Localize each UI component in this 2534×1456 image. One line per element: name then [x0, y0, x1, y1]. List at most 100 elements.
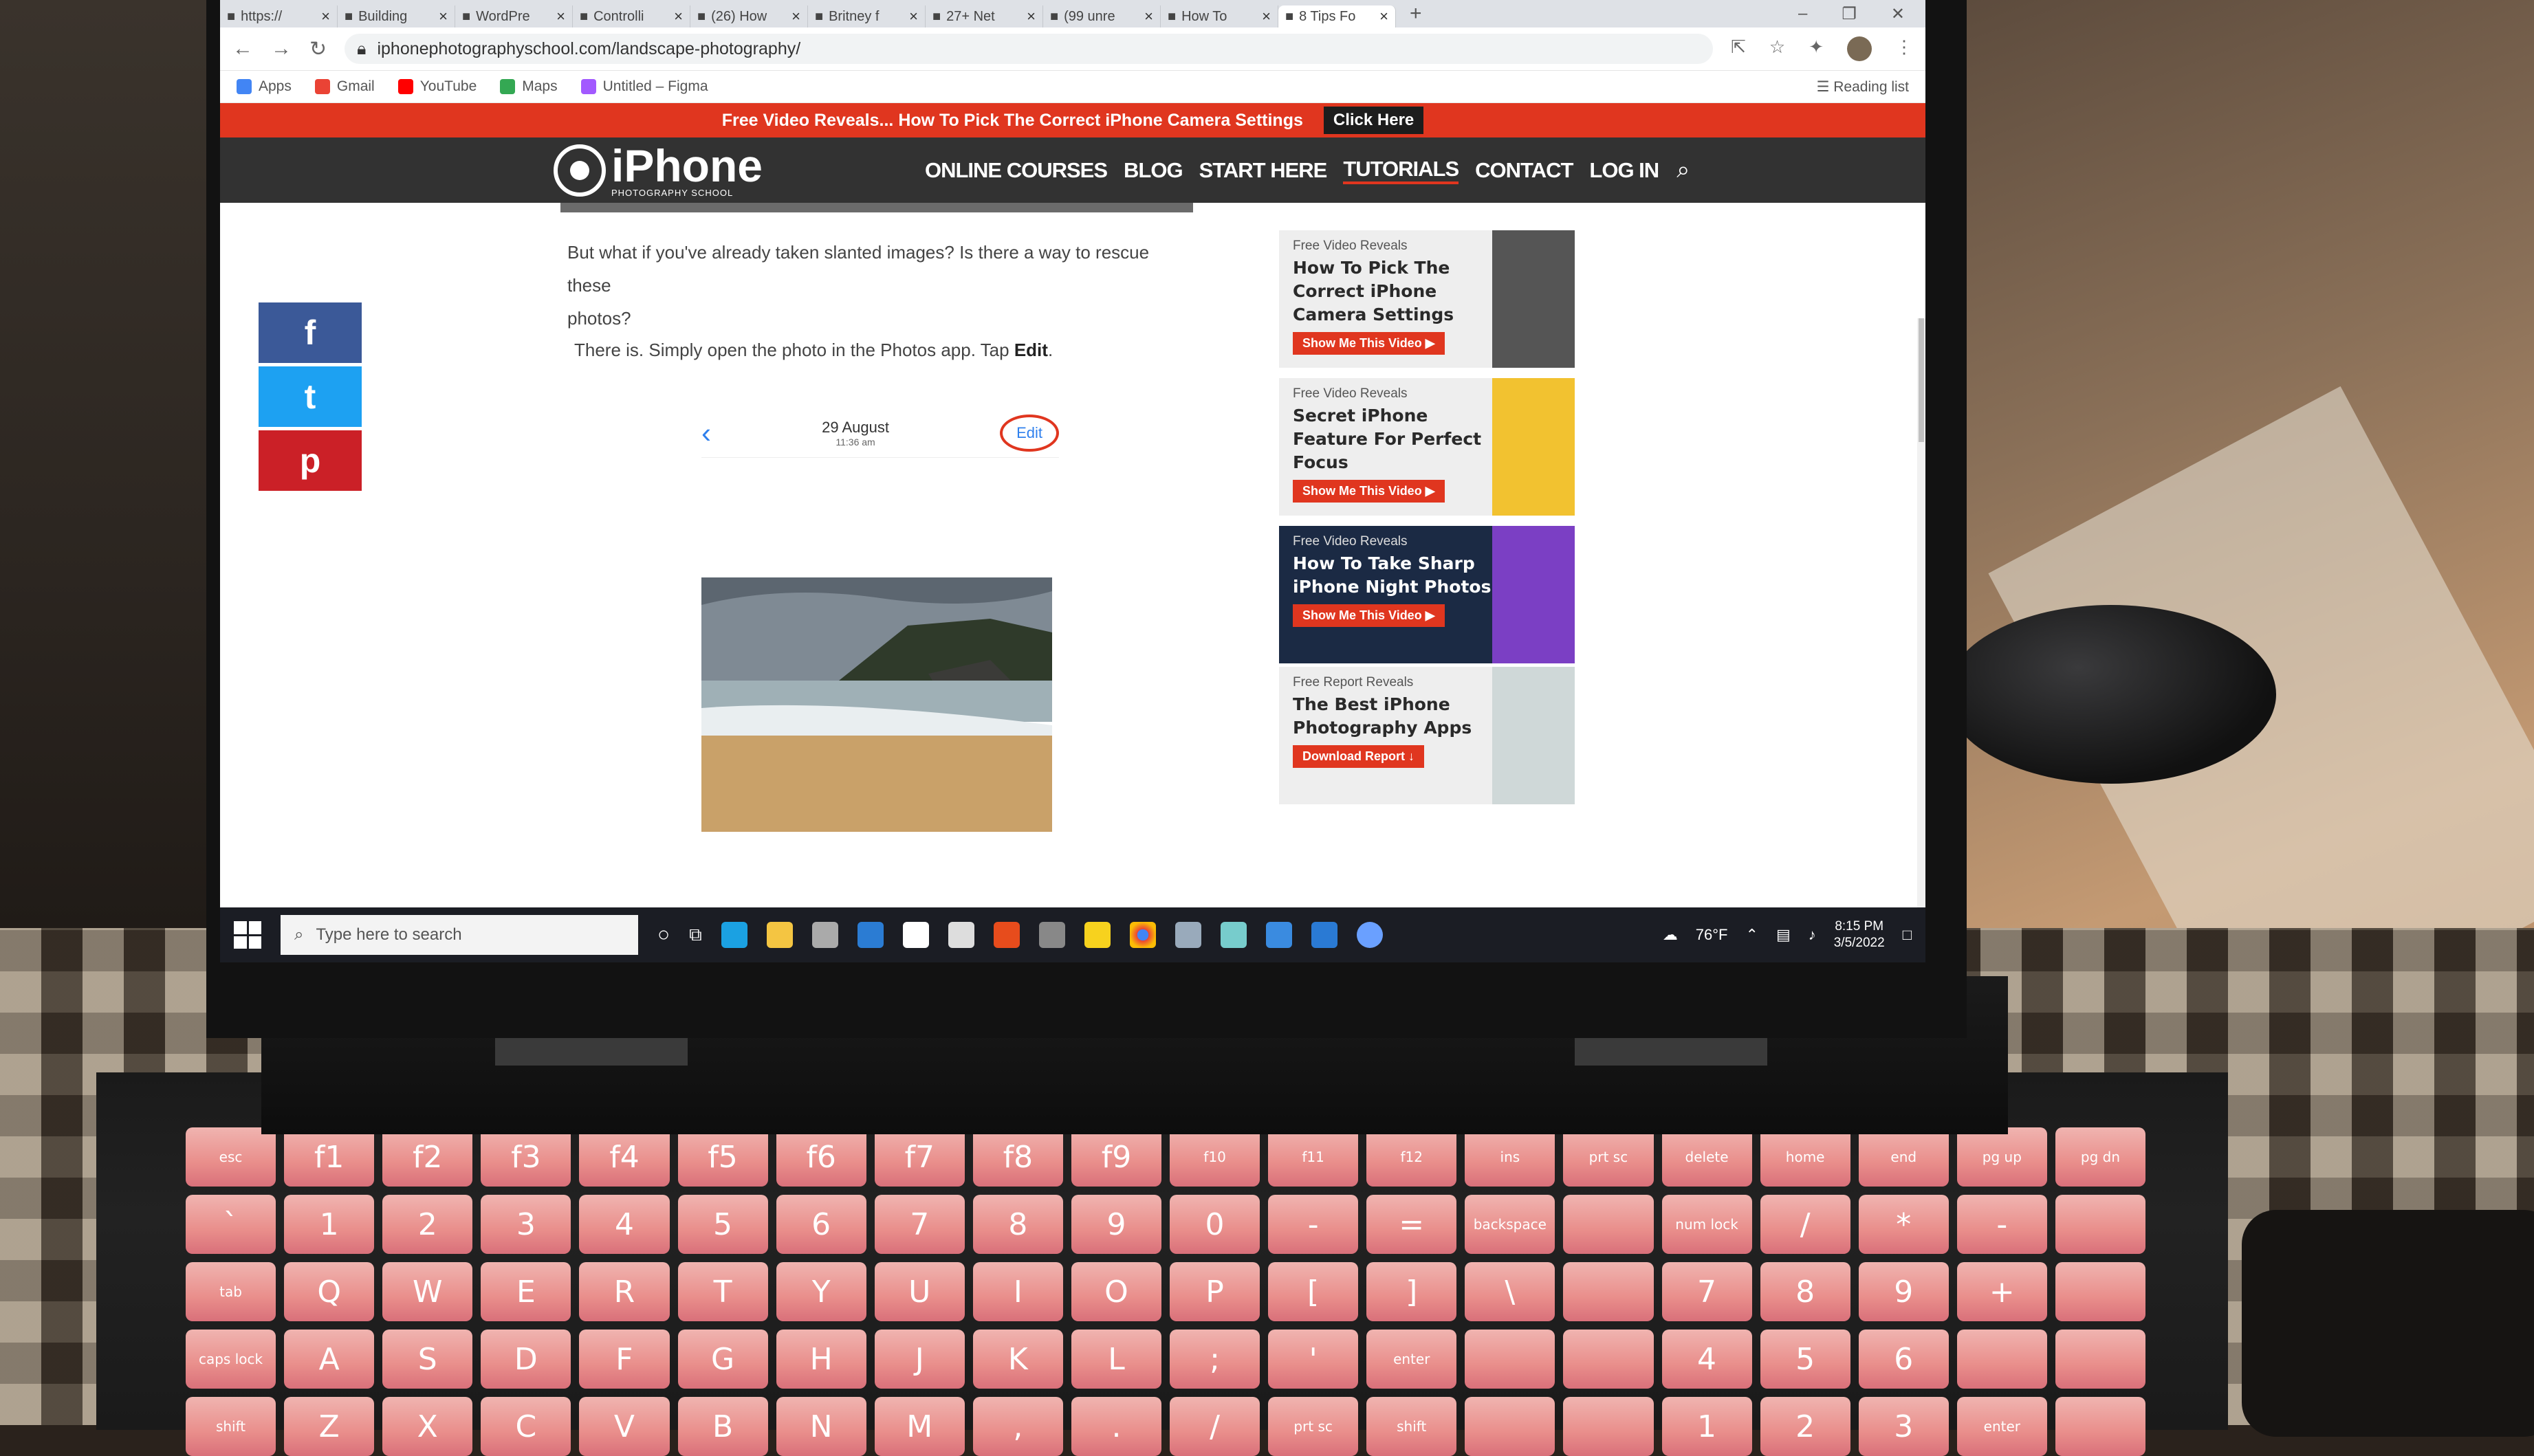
ad-cta-button[interactable]: Show Me This Video ▶	[1293, 332, 1445, 355]
hero-image-bottom	[560, 203, 1193, 212]
cortana-icon[interactable]: ○	[657, 923, 670, 947]
volume-icon[interactable]: ♪	[1809, 926, 1816, 944]
minimize-icon[interactable]: –	[1798, 4, 1807, 24]
bookmark-item[interactable]: Untitled – Figma	[580, 78, 708, 95]
twitter-icon[interactable]: t	[259, 366, 362, 427]
browser-tab[interactable]: ■ (99 unre ×	[1043, 5, 1161, 27]
chrome-icon[interactable]	[1129, 922, 1156, 948]
taskbar-clock[interactable]: 8:15 PM 3/5/2022	[1834, 918, 1885, 951]
forward-arrow-icon[interactable]: →	[271, 37, 292, 60]
facebook-icon[interactable]: f	[259, 302, 362, 363]
app-icon-d[interactable]	[1356, 922, 1383, 948]
sidebar-ad[interactable]: Free Video Reveals How To Take Sharp iPho…	[1279, 526, 1575, 663]
tab-close-icon[interactable]: ×	[556, 8, 565, 25]
weather-icon[interactable]: ☁	[1663, 926, 1678, 944]
pinterest-icon[interactable]: p	[259, 430, 362, 491]
star-icon[interactable]: ☆	[1769, 36, 1785, 61]
app-icon-c[interactable]	[1265, 922, 1292, 948]
vscode-icon[interactable]	[1311, 922, 1337, 948]
restore-icon[interactable]: ❐	[1842, 4, 1857, 24]
tab-close-icon[interactable]: ×	[791, 8, 800, 25]
tab-close-icon[interactable]: ×	[1027, 8, 1036, 25]
keyboard-key: 6	[1858, 1330, 1949, 1389]
nav-item-log-in[interactable]: LOG IN	[1589, 158, 1659, 183]
task-view-icon[interactable]: ⧉	[689, 924, 702, 946]
store-icon[interactable]	[811, 922, 838, 948]
address-bar[interactable]: 🔒︎ iphonephotographyschool.com/landscape…	[345, 34, 1714, 64]
youtube-icon	[397, 79, 413, 94]
notifications-icon[interactable]: □	[1903, 926, 1912, 944]
extensions-icon[interactable]: ✦	[1809, 36, 1824, 61]
tab-close-icon[interactable]: ×	[321, 8, 330, 25]
ad-cta-button[interactable]: Download Report ↓	[1293, 745, 1424, 768]
photo-date: 29 August 11:36 am	[822, 419, 889, 448]
browser-tab[interactable]: ■ 8 Tips Fo ×	[1278, 5, 1396, 27]
nav-item-online-courses[interactable]: ONLINE COURSES	[925, 158, 1108, 183]
browser-tab[interactable]: ■ (26) How ×	[690, 5, 808, 27]
profile-avatar[interactable]	[1847, 36, 1872, 61]
keyboard-key: 4	[579, 1195, 670, 1254]
ad-cta-button[interactable]: Show Me This Video ▶	[1293, 480, 1445, 503]
share-icon[interactable]: ⇱	[1731, 36, 1746, 61]
mouse-pad	[2242, 1210, 2534, 1437]
tab-close-icon[interactable]: ×	[1379, 8, 1388, 25]
laptop-screen: ■ https://× ■ Building × ■ WordPre × ■ Controlli ×…	[220, 0, 1925, 962]
bookmark-label: YouTube	[419, 78, 477, 94]
more-menu-icon[interactable]: ⋮	[1895, 36, 1913, 61]
app-circle-icon[interactable]	[948, 922, 974, 948]
windows-taskbar: ⌕ Type here to search ○ ⧉ ☁ 76°F ⌃ ▤ ♪ 8…	[220, 907, 1925, 962]
back-arrow-icon[interactable]: ←	[232, 37, 253, 60]
windows-start-icon[interactable]	[234, 921, 261, 949]
dropbox-icon[interactable]	[902, 922, 929, 948]
file-explorer-icon[interactable]	[766, 922, 793, 948]
bookmark-item[interactable]: Apps	[237, 78, 292, 95]
app-icon-b[interactable]	[1220, 922, 1247, 948]
chevron-up-icon[interactable]: ⌃	[1746, 926, 1758, 944]
browser-tab[interactable]: ■ Britney f ×	[808, 5, 926, 27]
settings-gear-icon[interactable]	[1038, 922, 1065, 948]
close-window-icon[interactable]: ✕	[1891, 4, 1905, 24]
search-icon[interactable]: ⌕	[1676, 157, 1690, 184]
browser-tab[interactable]: ■ 27+ Net ×	[926, 5, 1043, 27]
weather-temp[interactable]: 76°F	[1696, 926, 1728, 944]
reading-list[interactable]: ☰ Reading list	[1817, 78, 1909, 96]
keyboard-key: '	[1268, 1330, 1359, 1389]
browser-tab[interactable]: ■ https:// ×	[220, 5, 338, 27]
tab-close-icon[interactable]: ×	[674, 8, 683, 25]
sidebar-ad[interactable]: Free Video Reveals How To Pick The Correc…	[1279, 230, 1575, 368]
app-icon-a[interactable]	[1175, 922, 1201, 948]
edge-icon[interactable]	[721, 922, 747, 948]
browser-tab[interactable]: ■ How To ×	[1161, 5, 1278, 27]
promo-click-here-button[interactable]: Click Here	[1323, 107, 1424, 134]
keyboard-key: O	[1071, 1262, 1161, 1321]
reload-icon[interactable]: ↻	[309, 37, 327, 61]
browser-tab[interactable]: ■ WordPre ×	[455, 5, 573, 27]
nav-item-start-here[interactable]: START HERE	[1199, 158, 1328, 183]
bookmark-item[interactable]: YouTube	[397, 78, 477, 95]
taskbar-search-input[interactable]: ⌕ Type here to search	[281, 915, 638, 955]
browser-tab[interactable]: ■ Controlli ×	[573, 5, 690, 27]
sticky-notes-icon[interactable]	[1084, 922, 1111, 948]
mail-icon[interactable]	[857, 922, 884, 948]
nav-item-blog[interactable]: BLOG	[1124, 158, 1183, 183]
site-logo[interactable]: iPhone PHOTOGRAPHY SCHOOL	[554, 143, 925, 197]
bookmark-item[interactable]: Gmail	[314, 78, 375, 95]
nav-item-tutorials[interactable]: TUTORIALS	[1343, 157, 1459, 184]
sidebar-ad[interactable]: Free Report Reveals The Best iPhone Photo…	[1279, 667, 1575, 804]
browser-tab[interactable]: ■ Building ×	[338, 5, 455, 27]
network-icon[interactable]: ▤	[1776, 926, 1791, 944]
tab-close-icon[interactable]: ×	[1262, 8, 1271, 25]
sidebar-ad[interactable]: Free Video Reveals Secret iPhone Feature …	[1279, 378, 1575, 516]
page-scrollbar[interactable]	[1917, 318, 1925, 962]
tab-close-icon[interactable]: ×	[1144, 8, 1153, 25]
ad-cta-button[interactable]: Show Me This Video ▶	[1293, 604, 1445, 627]
tab-close-icon[interactable]: ×	[439, 8, 448, 25]
office-icon[interactable]	[993, 922, 1020, 948]
tab-close-icon[interactable]: ×	[909, 8, 918, 25]
keyboard-key: P	[1170, 1262, 1260, 1321]
nav-item-contact[interactable]: CONTACT	[1475, 158, 1573, 183]
new-tab-button[interactable]: +	[1396, 2, 1436, 25]
bookmark-item[interactable]: Maps	[500, 78, 558, 95]
bookmark-label: Untitled – Figma	[602, 78, 708, 94]
keyboard-key: ]	[1366, 1262, 1457, 1321]
